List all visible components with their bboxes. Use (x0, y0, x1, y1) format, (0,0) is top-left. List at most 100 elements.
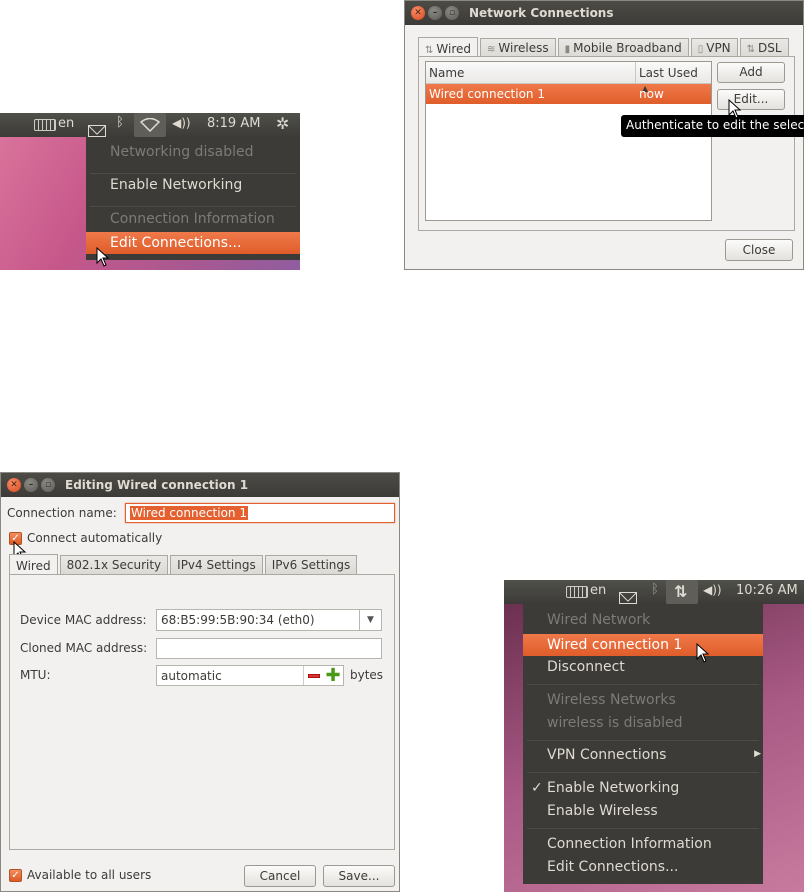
available-all-users-checkbox[interactable]: ✓ (9, 869, 22, 882)
row-name: Wired connection 1 (429, 87, 545, 101)
connection-name-value: Wired connection 1 (130, 506, 248, 520)
window-title: Editing Wired connection 1 (65, 478, 249, 492)
minimize-window-icon[interactable]: – (24, 478, 38, 492)
signal-icon: ▮ (564, 44, 571, 55)
keyboard-icon[interactable] (566, 586, 588, 598)
titlebar: ✕ – ▫ Editing Wired connection 1 (1, 473, 399, 497)
connection-name-label: Connection name: (7, 506, 117, 520)
bluetooth-icon[interactable]: ᛒ (650, 582, 660, 597)
tab-mobile-broadband[interactable]: ▮ Mobile Broadband (557, 38, 689, 57)
menu-item-enable-networking[interactable]: ✓ Enable Networking (523, 780, 763, 796)
menu-item-enable-wireless[interactable]: Enable Wireless (523, 803, 763, 819)
bluetooth-icon[interactable]: ᛒ (115, 115, 125, 130)
cloned-mac-input[interactable] (156, 638, 382, 659)
network-menu-1: Networking disabled Enable Networking Co… (86, 137, 300, 260)
titlebar: ✕ – ▫ Network Connections (405, 1, 803, 25)
column-header-name[interactable]: Name (426, 62, 636, 83)
close-window-icon[interactable]: ✕ (411, 6, 425, 20)
maximize-window-icon[interactable]: ▫ (445, 6, 459, 20)
mail-icon[interactable] (619, 592, 637, 604)
volume-icon[interactable]: ◀)) (172, 116, 191, 130)
save-button[interactable]: Save... (323, 865, 395, 887)
chevron-down-icon[interactable]: ▼ (359, 610, 381, 630)
menu-separator (527, 772, 759, 773)
cancel-button[interactable]: Cancel (244, 865, 316, 887)
minus-icon[interactable] (303, 666, 323, 685)
clock[interactable]: 10:26 AM (736, 583, 798, 598)
clock[interactable]: 8:19 AM (207, 116, 260, 131)
tab-dsl[interactable]: ⇅ DSL (739, 38, 789, 57)
menu-separator (527, 684, 759, 685)
mail-icon[interactable] (88, 125, 106, 137)
tab-wireless[interactable]: ≋ Wireless (480, 38, 556, 57)
menu-item-disconnect[interactable]: Disconnect (523, 659, 763, 675)
wireless-icon: ≋ (487, 44, 496, 55)
dsl-icon: ⇅ (746, 44, 756, 55)
chevron-right-icon: ▶ (754, 749, 761, 759)
menu-separator (527, 740, 759, 741)
menu-separator (527, 828, 759, 829)
check-icon: ✓ (531, 780, 543, 796)
mouse-cursor (728, 99, 742, 119)
top-panel-1: en ᛒ ◀)) 8:19 AM ✲ (0, 113, 300, 137)
tab-ipv4-settings[interactable]: IPv4 Settings (170, 555, 263, 574)
keyboard-layout-label[interactable]: en (590, 583, 606, 598)
cloned-mac-label: Cloned MAC address: (20, 641, 148, 655)
menu-item-vpn-connections[interactable]: VPN Connections ▶ (523, 747, 763, 763)
close-button[interactable]: Close (725, 239, 793, 261)
mouse-cursor (696, 643, 710, 663)
device-mac-combobox[interactable]: 68:B5:99:5B:90:34 (eth0) ▼ (156, 609, 382, 631)
mtu-label: MTU: (20, 668, 51, 682)
menu-item-connection-information: Connection Information (110, 211, 275, 227)
edit-connection-window: ✕ – ▫ Editing Wired connection 1 Connect… (0, 472, 400, 892)
available-all-users-label[interactable]: Available to all users (27, 868, 151, 882)
column-header-last-used[interactable]: Last Used ▲ (636, 62, 711, 93)
table-row[interactable]: Wired connection 1 now (426, 84, 711, 104)
maximize-window-icon[interactable]: ▫ (41, 478, 55, 492)
mtu-spinbox[interactable]: automatic ✚ (156, 665, 344, 686)
menu-item-connection-information[interactable]: Connection Information (523, 836, 763, 852)
close-window-icon[interactable]: ✕ (7, 478, 21, 492)
lock-icon: ▯ (697, 44, 704, 55)
device-mac-label: Device MAC address: (20, 613, 147, 627)
tab-wired[interactable]: ⇅ Wired (418, 37, 478, 58)
row-last-used: now (639, 87, 664, 101)
menu-item-networking-disabled: Networking disabled (110, 144, 254, 160)
tab-8021x-security[interactable]: 802.1x Security (59, 555, 169, 574)
gear-icon[interactable]: ✲ (276, 114, 289, 133)
menu-item-wireless-disabled: wireless is disabled (547, 715, 683, 731)
minimize-window-icon[interactable]: – (428, 6, 442, 20)
menu-separator (90, 206, 296, 207)
menu-item-wireless-networks: Wireless Networks (547, 692, 676, 708)
mtu-unit-label: bytes (350, 668, 384, 682)
connect-automatically-label[interactable]: Connect automatically (27, 531, 162, 545)
menu-item-edit-connections[interactable]: Edit Connections... (86, 232, 300, 254)
connection-type-tabs: ⇅ Wired ≋ Wireless ▮ Mobile Broadband ▯ VPN … (418, 36, 791, 58)
mouse-cursor (96, 247, 110, 267)
volume-icon[interactable]: ◀)) (703, 583, 722, 597)
menu-item-edit-connections[interactable]: Edit Connections... (523, 859, 763, 875)
connections-list[interactable]: Name Last Used ▲ Wired connection 1 now (425, 61, 712, 221)
menu-item-enable-networking[interactable]: Enable Networking (86, 177, 300, 193)
add-button[interactable]: Add (717, 62, 785, 83)
plus-icon[interactable]: ✚ (323, 665, 343, 686)
menu-item-wired-network: Wired Network (547, 612, 651, 628)
network-menu-button[interactable]: ⇅ (666, 580, 698, 604)
top-panel-2: en ᛒ ⇅ ◀)) 10:26 AM (504, 580, 804, 604)
menu-item-wired-connection-1[interactable]: Wired connection 1 (523, 634, 763, 656)
tooltip: Authenticate to edit the selecte (621, 115, 804, 137)
wired-icon: ⇅ (425, 45, 434, 56)
network-wired-icon: ⇅ (674, 582, 688, 601)
network-wireless-icon (140, 118, 160, 132)
keyboard-layout-label[interactable]: en (58, 116, 74, 131)
tab-ipv6-settings[interactable]: IPv6 Settings (264, 555, 358, 574)
settings-tabs: Wired 802.1x Security IPv4 Settings IPv6… (9, 553, 359, 575)
tab-vpn[interactable]: ▯ VPN (690, 38, 738, 57)
keyboard-icon[interactable] (34, 119, 56, 131)
network-menu-button[interactable] (134, 113, 166, 137)
device-mac-value: 68:B5:99:5B:90:34 (eth0) (161, 613, 315, 627)
menu-separator (90, 173, 296, 174)
tab-wired[interactable]: Wired (9, 554, 58, 575)
connection-name-input[interactable]: Wired connection 1 (125, 503, 395, 523)
window-title: Network Connections (469, 6, 614, 20)
